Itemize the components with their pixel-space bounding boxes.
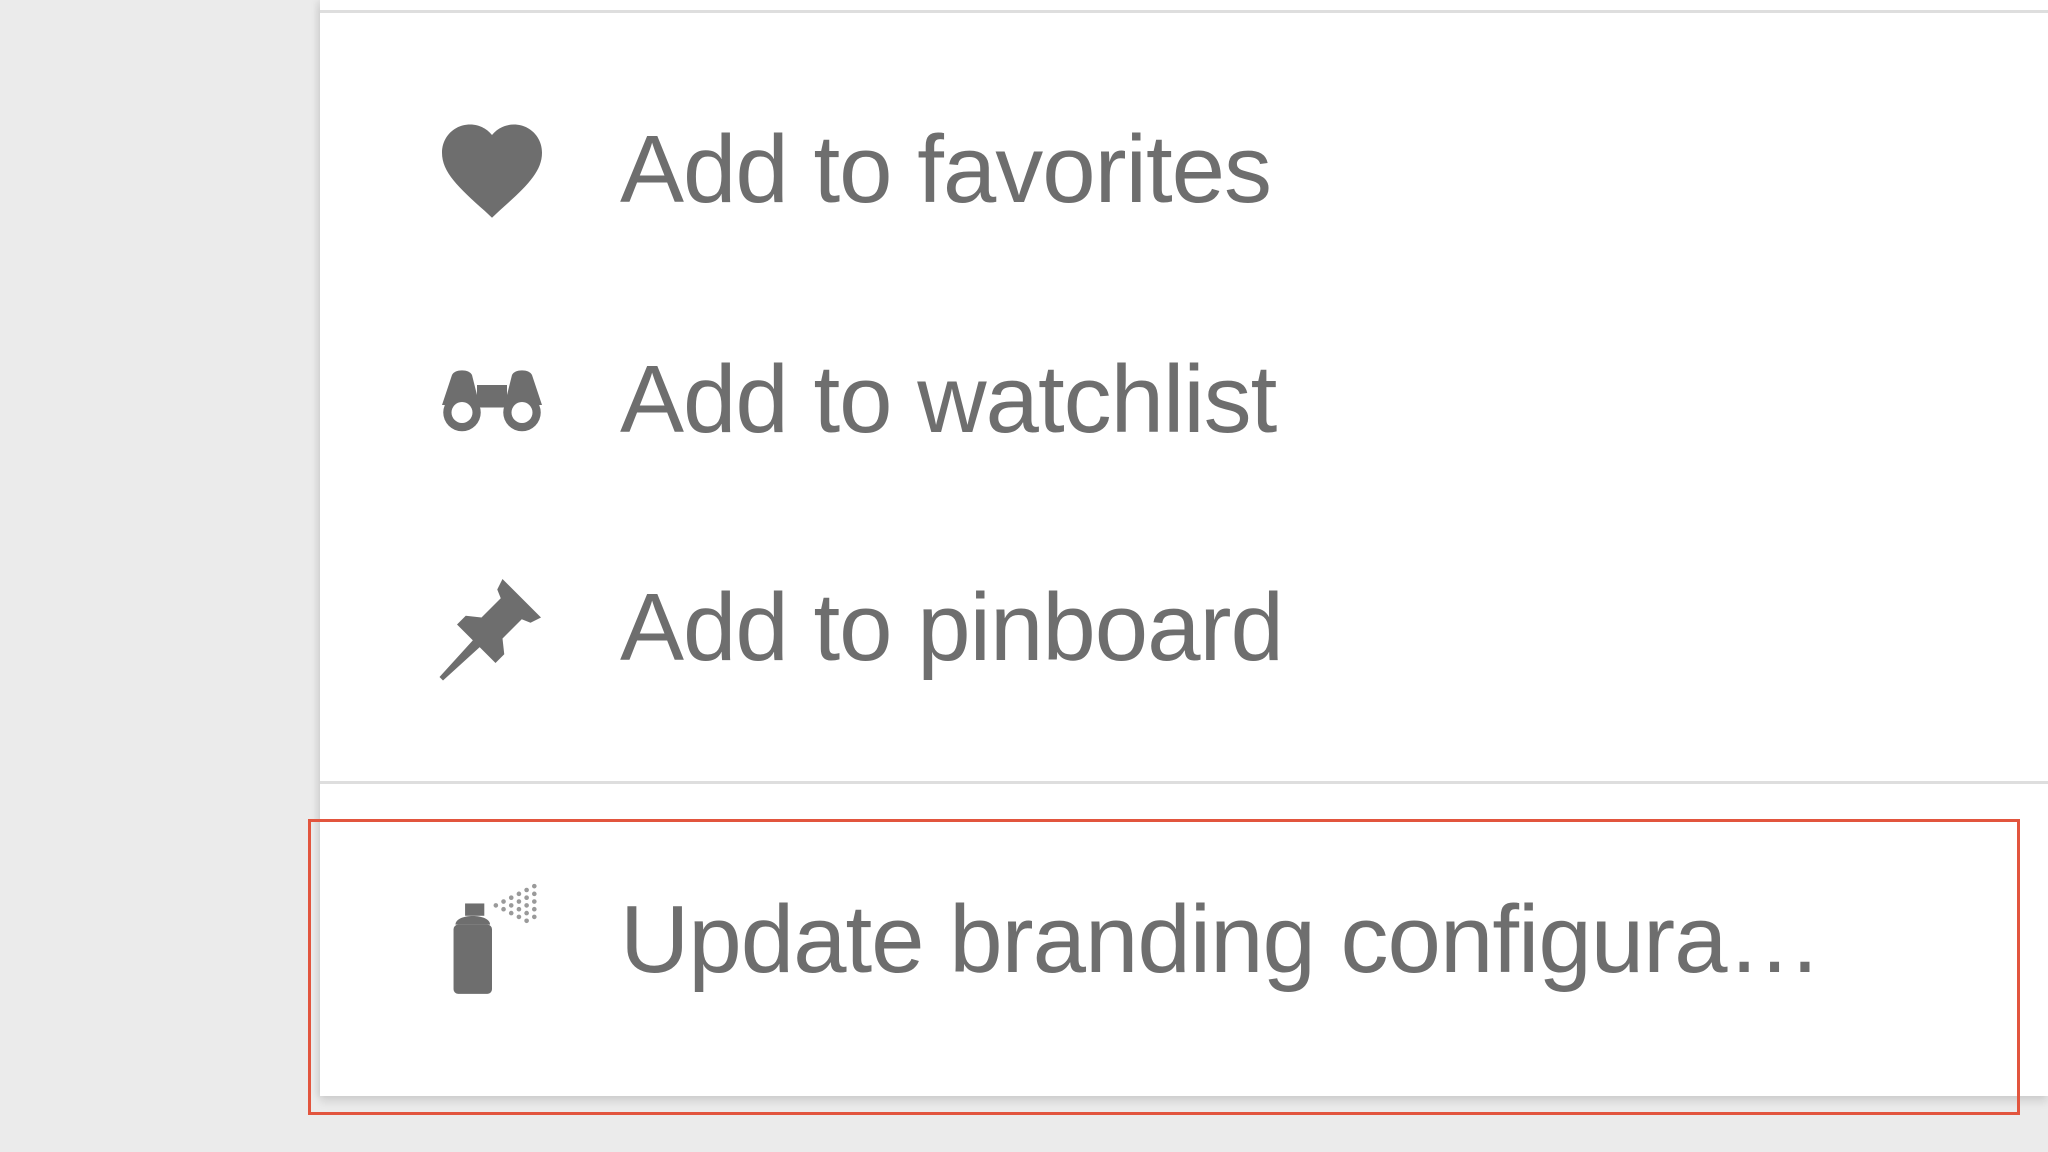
pushpin-icon bbox=[434, 570, 550, 686]
binoculars-icon bbox=[434, 342, 550, 458]
context-menu: Add to favorites Add to watchlist Add to… bbox=[320, 0, 2048, 1096]
page: Add to favorites Add to watchlist Add to… bbox=[0, 0, 2048, 1152]
menu-item-label: Add to favorites bbox=[620, 116, 1272, 223]
menu-item-label: Update branding configura… bbox=[620, 886, 1822, 993]
menu-item-add-to-pinboard[interactable]: Add to pinboard bbox=[320, 528, 2048, 728]
menu-divider bbox=[320, 781, 2048, 784]
menu-item-add-to-watchlist[interactable]: Add to watchlist bbox=[320, 300, 2048, 500]
menu-item-label: Add to pinboard bbox=[620, 574, 1284, 681]
menu-item-label: Add to watchlist bbox=[620, 346, 1277, 453]
menu-item-add-to-favorites[interactable]: Add to favorites bbox=[320, 70, 2048, 270]
heart-icon bbox=[434, 112, 550, 228]
spray-can-icon bbox=[434, 882, 550, 998]
menu-divider-top bbox=[320, 10, 2048, 13]
menu-item-update-branding-configuration[interactable]: Update branding configura… bbox=[320, 840, 2048, 1040]
